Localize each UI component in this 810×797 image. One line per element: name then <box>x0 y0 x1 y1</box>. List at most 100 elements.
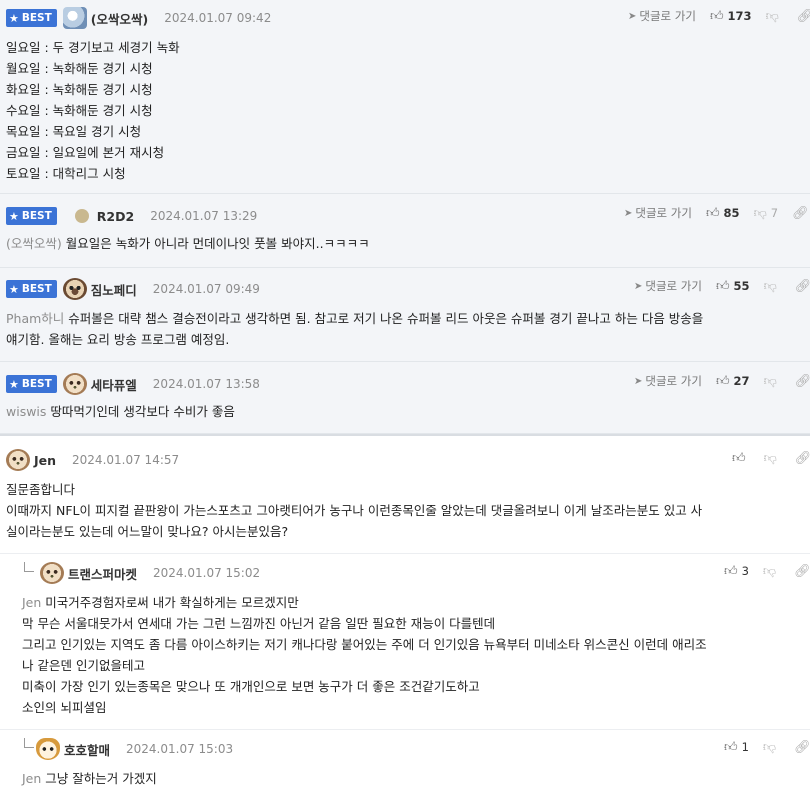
dislike-button[interactable]: 👎︎ <box>763 564 794 579</box>
author-name[interactable]: Jen <box>34 453 56 468</box>
avatar[interactable] <box>62 278 87 300</box>
dislike-button[interactable]: 👎︎ <box>763 740 794 755</box>
link-icon[interactable]: 🔗︎ <box>794 740 810 755</box>
thumbs-down-icon: 👎︎ <box>763 450 777 466</box>
comment-header: 호호할매 2024.01.07 15:03 <box>36 738 233 760</box>
thumbs-down-icon: 👎︎ <box>763 373 777 389</box>
link-icon[interactable]: 🔗︎ <box>795 279 810 294</box>
comment-actions: ➤ 댓글로 가기 👍︎ 85 👎︎ 7 🔗︎ <box>624 204 809 222</box>
comment-body: Pham하니 슈퍼볼은 대략 챔스 결승전이라고 생각하면 됨. 참고로 저기 … <box>6 311 704 347</box>
reply-indent-icon <box>24 738 34 748</box>
dislike-button[interactable]: 👎︎ <box>764 374 795 389</box>
like-count: 3 <box>741 564 749 578</box>
thumbs-up-icon: 👍︎ <box>724 739 738 755</box>
comment-date: 2024.01.07 14:57 <box>72 453 180 467</box>
author-name[interactable]: 세타퓨엘 <box>91 375 137 394</box>
comment-body: 질문좀합니다 이때까지 NFL이 피지컬 끝판왕이 가는스포츠고 그아랫티어가 … <box>6 482 703 539</box>
go-to-reply-button[interactable]: ➤ 댓글로 가기 <box>634 278 702 294</box>
comment-actions: ➤ 댓글로 가기 👍︎ 27 👎︎ 🔗︎ <box>634 372 810 390</box>
link-icon[interactable]: 🔗︎ <box>797 9 810 24</box>
comment-header: ★ BEST 세타퓨엘 2024.01.07 13:58 <box>6 373 260 395</box>
reply-item: 호호할매 2024.01.07 15:03 👍︎ 1 👎︎ 🔗︎ Jen 그냥 잘… <box>0 730 810 797</box>
comment-body: Jen 미국거주경험자로써 내가 확실하게는 모르겠지만 막 무슨 서울대뭇가서… <box>22 595 707 715</box>
comment-body: Jen 그냥 잘하는거 가겠지 <box>22 771 157 786</box>
comment-actions: 👍︎ 1 👎︎ 🔗︎ <box>724 738 810 756</box>
thumbs-up-icon: 👍︎ <box>732 450 746 466</box>
send-arrow-icon: ➤ <box>634 375 643 387</box>
avatar[interactable] <box>36 738 60 760</box>
go-to-reply-button[interactable]: ➤ 댓글로 가기 <box>634 373 702 389</box>
like-button[interactable]: 👍︎ 55 <box>716 279 764 294</box>
best-badge: ★ BEST <box>6 280 57 298</box>
comment-body: wiswis 땅따먹기인데 생각보다 수비가 좋음 <box>6 404 235 419</box>
thumbs-up-icon: 👍︎ <box>715 278 730 294</box>
comment-item: ★ BEST 세타퓨엘 2024.01.07 13:58 ➤ 댓글로 가기 👍︎ 27… <box>0 362 810 434</box>
like-button[interactable]: 👍︎ 173 <box>710 9 766 24</box>
send-arrow-icon: ➤ <box>634 280 643 292</box>
like-count: 1 <box>741 740 749 754</box>
thumbs-up-icon: 👍︎ <box>724 563 738 579</box>
comment-date: 2024.01.07 13:29 <box>150 209 258 223</box>
comment-item: ★ BEST R2D2 2024.01.07 13:29 ➤ 댓글로 가기 👍︎ 85… <box>0 194 810 268</box>
comment-item: Jen 2024.01.07 14:57 👍︎ 👎︎ 🔗︎ 질문좀합니다 이때까… <box>0 434 810 554</box>
comment-header: 트랜스퍼마켓 2024.01.07 15:02 <box>40 562 260 584</box>
dislike-button[interactable]: 👎︎ 7 <box>754 206 793 221</box>
comment-date: 2024.01.07 13:58 <box>152 377 260 391</box>
go-to-reply-button[interactable]: ➤ 댓글로 가기 <box>624 205 692 221</box>
avatar[interactable] <box>62 7 87 29</box>
thumbs-up-icon: 👍︎ <box>715 373 730 389</box>
mention[interactable]: wiswis <box>6 404 46 419</box>
link-icon[interactable]: 🔗︎ <box>795 451 810 466</box>
mention[interactable]: Pham하니 <box>6 311 64 326</box>
like-button[interactable]: 👍︎ <box>732 451 764 466</box>
link-icon[interactable]: 🔗︎ <box>792 206 809 221</box>
like-count: 85 <box>723 206 740 220</box>
comment-body: (오싹오싹) 월요일은 녹화가 아니라 먼데이나잇 풋볼 봐야지..ㅋㅋㅋㅋ <box>6 236 370 251</box>
reply-indent-icon <box>24 562 34 572</box>
best-badge: ★ BEST <box>6 207 57 225</box>
comment-actions: 👍︎ 👎︎ 🔗︎ <box>732 449 810 467</box>
dislike-count: 7 <box>770 206 779 220</box>
thumbs-down-icon: 👎︎ <box>762 563 777 579</box>
link-icon[interactable]: 🔗︎ <box>795 374 810 389</box>
avatar[interactable] <box>40 562 64 584</box>
comment-item: ★ BEST (오싹오싹) 2024.01.07 09:42 ➤ 댓글로 가기 👍︎… <box>0 0 810 194</box>
dislike-button[interactable]: 👎︎ <box>766 9 797 24</box>
comment-header: ★ BEST R2D2 2024.01.07 13:29 <box>6 205 257 227</box>
avatar[interactable] <box>62 373 87 395</box>
like-button[interactable]: 👍︎ 27 <box>716 374 764 389</box>
avatar[interactable] <box>74 209 89 223</box>
thumbs-up-icon: 👍︎ <box>709 8 724 24</box>
mention[interactable]: (오싹오싹) <box>6 236 62 251</box>
go-to-reply-button[interactable]: ➤ 댓글로 가기 <box>628 8 696 24</box>
like-button[interactable]: 👍︎ 3 <box>724 564 763 579</box>
comment-header: ★ BEST (오싹오싹) 2024.01.07 09:42 <box>6 7 271 29</box>
comment-actions: 👍︎ 3 👎︎ 🔗︎ <box>724 562 810 580</box>
thumbs-down-icon: 👎︎ <box>753 205 767 221</box>
comment-date: 2024.01.07 09:42 <box>164 11 272 25</box>
like-button[interactable]: 👍︎ 1 <box>724 740 763 755</box>
thumbs-up-icon: 👍︎ <box>705 205 720 221</box>
author-name[interactable]: 트랜스퍼마켓 <box>68 564 137 583</box>
author-name[interactable]: R2D2 <box>97 209 134 224</box>
thumbs-down-icon: 👎︎ <box>763 278 777 294</box>
comment-actions: ➤ 댓글로 가기 👍︎ 55 👎︎ 🔗︎ <box>634 277 810 295</box>
like-button[interactable]: 👍︎ 85 <box>706 206 754 221</box>
link-icon[interactable]: 🔗︎ <box>794 564 810 579</box>
like-count: 55 <box>733 279 750 293</box>
avatar[interactable] <box>6 449 30 471</box>
comment-date: 2024.01.07 09:49 <box>152 282 260 296</box>
dislike-button[interactable]: 👎︎ <box>764 451 795 466</box>
thumbs-down-icon: 👎︎ <box>765 8 779 24</box>
best-badge: ★ BEST <box>6 9 57 27</box>
author-name[interactable]: 호호할매 <box>64 740 110 759</box>
mention[interactable]: Jen <box>22 595 41 610</box>
dislike-button[interactable]: 👎︎ <box>764 279 795 294</box>
star-icon: ★ <box>9 209 19 223</box>
mention[interactable]: Jen <box>22 771 41 786</box>
star-icon: ★ <box>9 11 19 25</box>
comment-header: Jen 2024.01.07 14:57 <box>6 449 179 471</box>
author-name[interactable]: 짐노페디 <box>91 280 137 299</box>
author-name[interactable]: (오싹오싹) <box>91 9 148 28</box>
reply-item: 트랜스퍼마켓 2024.01.07 15:02 👍︎ 3 👎︎ 🔗︎ Jen 미국… <box>0 554 810 730</box>
